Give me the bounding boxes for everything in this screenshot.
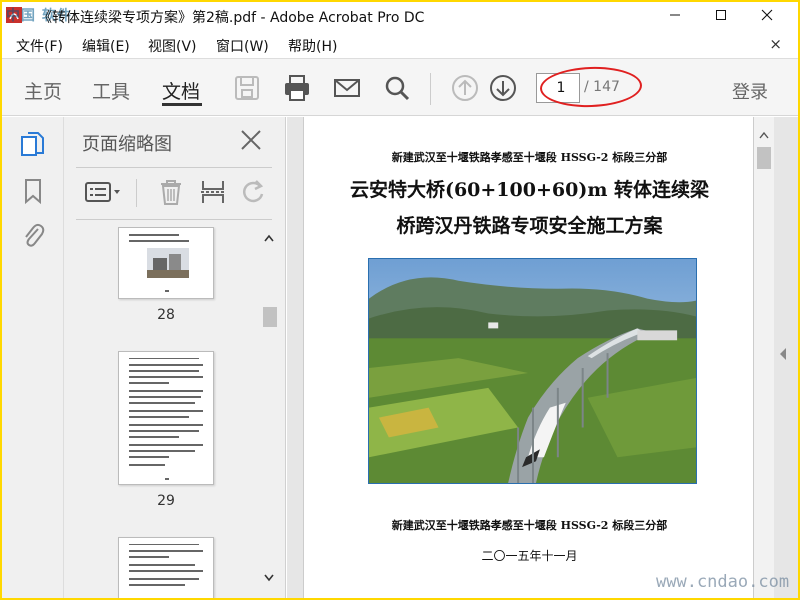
panel-title: 页面缩略图 bbox=[82, 134, 172, 155]
maximize-button[interactable] bbox=[698, 2, 744, 28]
tab-tools[interactable]: 工具 bbox=[92, 77, 130, 104]
expand-right-pane-arrow-icon[interactable] bbox=[778, 347, 788, 361]
menu-file[interactable]: 文件(F) bbox=[16, 36, 63, 56]
menu-edit[interactable]: 编辑(E) bbox=[82, 36, 130, 56]
thumbnail-page-number: 28 bbox=[157, 307, 175, 323]
document-footer-date: 二〇一五年十一月 bbox=[481, 549, 578, 563]
scroll-up-button[interactable] bbox=[260, 229, 278, 247]
text-line bbox=[129, 370, 199, 372]
document-view: 新建武汉至十堰铁路孝感至十堰段 HSSG-2 标段三分部 云安特大桥(60+10… bbox=[287, 117, 798, 598]
page-thumbnails-icon[interactable] bbox=[20, 131, 46, 159]
active-tab-indicator bbox=[162, 103, 202, 106]
menu-view[interactable]: 视图(V) bbox=[148, 36, 197, 56]
text-line bbox=[129, 358, 199, 359]
toolbar-separator bbox=[430, 73, 431, 105]
acrobat-window: 中国 软件 《转体连续梁专项方案》第2稿.pdf - Adobe Acrobat… bbox=[2, 2, 798, 598]
document-header: 新建武汉至十堰铁路孝感至十堰段 HSSG-2 标段三分部 bbox=[391, 151, 668, 164]
save-icon[interactable] bbox=[232, 73, 262, 103]
chevron-up-icon bbox=[264, 234, 274, 242]
scroll-down-button[interactable] bbox=[260, 569, 278, 587]
next-page-icon[interactable] bbox=[488, 73, 518, 103]
thumbnail-list: 28 29 bbox=[64, 227, 260, 598]
text-line bbox=[165, 478, 169, 480]
search-icon[interactable] bbox=[382, 73, 412, 103]
text-line bbox=[129, 464, 165, 466]
tab-home[interactable]: 主页 bbox=[24, 77, 62, 104]
text-line bbox=[129, 240, 189, 242]
document-title-line1: 云安特大桥(60+100+60)m 转体连续梁 bbox=[349, 179, 710, 201]
text-line bbox=[129, 234, 179, 236]
document-footer-org: 新建武汉至十堰铁路孝感至十堰段 HSSG-2 标段三分部 bbox=[391, 519, 668, 532]
minimize-button[interactable] bbox=[652, 2, 698, 28]
text-line bbox=[129, 444, 203, 446]
text-line bbox=[129, 424, 203, 426]
text-line bbox=[129, 396, 201, 398]
toolbar: 主页 工具 文档 1 / 147 登录 bbox=[2, 58, 798, 116]
title-bar: 中国 软件 《转体连续梁专项方案》第2稿.pdf - Adobe Acrobat… bbox=[2, 2, 798, 30]
page-thumbnails-panel: 页面缩略图 28 29 bbox=[64, 117, 286, 598]
attachment-icon[interactable] bbox=[20, 221, 46, 249]
menu-window[interactable]: 窗口(W) bbox=[216, 36, 269, 56]
thumbnail-photo bbox=[147, 248, 189, 278]
text-line bbox=[129, 402, 195, 404]
scrollbar-thumb[interactable] bbox=[757, 147, 771, 169]
menu-bar: 文件(F) 编辑(E) 视图(V) 窗口(W) 帮助(H) × bbox=[2, 31, 798, 58]
watermark-bottom-right: www.cndao.com bbox=[656, 572, 790, 592]
text-line bbox=[129, 450, 195, 452]
chevron-down-icon bbox=[264, 574, 274, 582]
text-line bbox=[129, 382, 169, 384]
menu-help[interactable]: 帮助(H) bbox=[288, 36, 337, 56]
maximize-icon bbox=[716, 10, 726, 20]
previous-page-icon[interactable] bbox=[450, 73, 480, 103]
extract-icon[interactable] bbox=[198, 177, 228, 207]
text-line bbox=[165, 290, 169, 292]
login-button[interactable]: 登录 bbox=[732, 78, 768, 104]
text-line bbox=[129, 456, 169, 458]
text-line bbox=[129, 376, 203, 378]
thumbnail-page[interactable] bbox=[118, 537, 214, 598]
close-icon bbox=[761, 9, 773, 21]
print-icon[interactable] bbox=[282, 73, 312, 103]
pdf-page: 新建武汉至十堰铁路孝感至十堰段 HSSG-2 标段三分部 云安特大桥(60+10… bbox=[303, 117, 754, 598]
close-panel-icon[interactable] bbox=[238, 127, 264, 153]
thumbnail-page-number: 29 bbox=[157, 493, 175, 509]
delete-icon[interactable] bbox=[156, 177, 186, 207]
red-highlight-annotation bbox=[539, 65, 643, 109]
window-title: 《转体连续梁专项方案》第2稿.pdf - Adobe Acrobat Pro D… bbox=[38, 10, 425, 26]
rotate-icon[interactable] bbox=[238, 177, 268, 207]
scrollbar-thumb[interactable] bbox=[263, 307, 277, 327]
bookmark-icon[interactable] bbox=[20, 177, 46, 205]
text-line bbox=[129, 584, 185, 586]
text-line bbox=[129, 364, 203, 366]
text-line bbox=[129, 544, 199, 545]
divider bbox=[76, 167, 272, 168]
thumbnail-scrollbar[interactable] bbox=[260, 229, 278, 593]
close-document-button[interactable]: × bbox=[769, 35, 782, 53]
document-title-line2: 桥跨汉丹铁路专项安全施工方案 bbox=[396, 215, 663, 237]
text-line bbox=[129, 436, 179, 438]
left-navigation-rail bbox=[2, 117, 64, 598]
divider bbox=[76, 219, 272, 220]
text-line bbox=[129, 556, 169, 558]
text-line bbox=[129, 578, 199, 580]
options-menu-icon[interactable] bbox=[84, 177, 124, 207]
email-icon[interactable] bbox=[332, 73, 362, 103]
text-line bbox=[129, 430, 199, 432]
minimize-icon bbox=[670, 14, 680, 16]
text-line bbox=[129, 390, 203, 392]
divider bbox=[136, 179, 137, 207]
close-window-button[interactable] bbox=[744, 2, 790, 28]
document-scrollbar[interactable] bbox=[754, 117, 774, 598]
high-speed-train-on-viaduct-photo bbox=[368, 258, 697, 484]
tab-document[interactable]: 文档 bbox=[162, 77, 200, 104]
text-line bbox=[129, 570, 203, 572]
scroll-up-button[interactable] bbox=[756, 127, 772, 143]
chevron-up-icon bbox=[759, 131, 769, 139]
text-line bbox=[129, 550, 203, 552]
thumbnail-page[interactable] bbox=[118, 227, 214, 299]
text-line bbox=[129, 416, 189, 418]
text-line bbox=[129, 564, 195, 566]
text-line bbox=[129, 410, 203, 412]
thumbnail-page[interactable] bbox=[118, 351, 214, 485]
